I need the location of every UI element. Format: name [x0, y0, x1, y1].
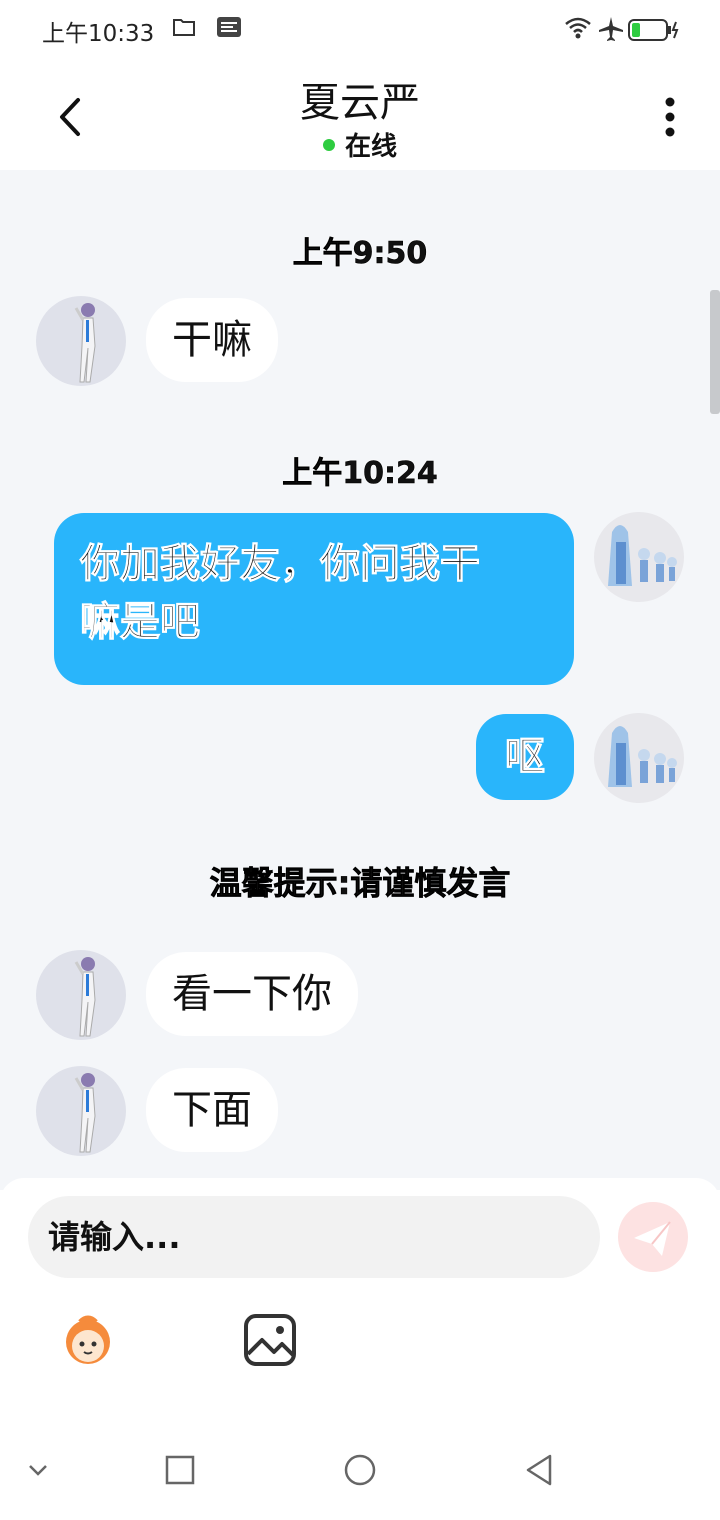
outgoing-message[interactable]: 你加我好友，你问我干 嘛是吧	[54, 513, 574, 685]
folder-icon	[173, 19, 195, 36]
emoji-mascot-icon[interactable]	[58, 1310, 118, 1370]
more-vertical-icon[interactable]	[655, 94, 685, 140]
outgoing-message-line: 你加我好友，你问我干	[80, 541, 481, 588]
send-button[interactable]	[618, 1202, 688, 1272]
online-status-text: 在线	[344, 132, 397, 162]
circle-icon[interactable]	[340, 1450, 380, 1490]
system-nav-bar	[0, 1428, 720, 1520]
message-time: 上午9:50	[292, 236, 428, 272]
person-figure-icon	[74, 1073, 96, 1153]
status-bar: 上午10:33	[0, 0, 720, 56]
anime-group-icon	[608, 726, 677, 787]
message-time: 上午10:24	[282, 456, 438, 492]
scrollbar[interactable]	[710, 290, 720, 414]
incoming-message[interactable]: 下面	[146, 1068, 278, 1152]
incoming-message[interactable]: 干嘛	[146, 298, 278, 382]
message-input[interactable]: 请输入...	[28, 1196, 600, 1278]
contact-avatar[interactable]	[36, 296, 126, 386]
warning-tip: 温馨提示:请谨慎发言	[209, 864, 511, 903]
square-icon[interactable]	[160, 1450, 200, 1490]
outgoing-message-line: 嘛是吧	[80, 599, 201, 646]
outgoing-message[interactable]: 呕	[476, 714, 574, 800]
my-avatar[interactable]	[594, 713, 684, 803]
composer: 请输入...	[0, 1178, 720, 1428]
person-figure-icon	[74, 303, 96, 383]
airplane-icon	[599, 17, 623, 41]
triangle-back-icon[interactable]	[520, 1450, 560, 1490]
battery-icon	[628, 19, 679, 41]
status-time: 上午10:33	[42, 21, 155, 47]
message-icon	[217, 17, 241, 37]
send-icon	[634, 1221, 671, 1256]
anime-group-icon	[608, 525, 677, 586]
chat-header: 夏云严 在线	[0, 56, 720, 170]
contact-avatar[interactable]	[36, 950, 126, 1040]
online-dot-icon	[322, 138, 335, 151]
person-figure-icon	[74, 957, 96, 1037]
chevron-down-icon[interactable]	[18, 1450, 58, 1490]
my-avatar[interactable]	[594, 512, 684, 602]
contact-name: 夏云严	[300, 80, 420, 126]
contact-avatar[interactable]	[36, 1066, 126, 1156]
incoming-message[interactable]: 看一下你	[146, 952, 358, 1036]
image-icon[interactable]	[240, 1310, 300, 1370]
online-status: 在线	[0, 126, 720, 163]
wifi-icon	[565, 17, 591, 39]
chat-area[interactable]: 上午9:50 干嘛 上午10:24 你加我好友，你问我干 嘛是吧 呕 温馨提示:…	[0, 170, 720, 1190]
